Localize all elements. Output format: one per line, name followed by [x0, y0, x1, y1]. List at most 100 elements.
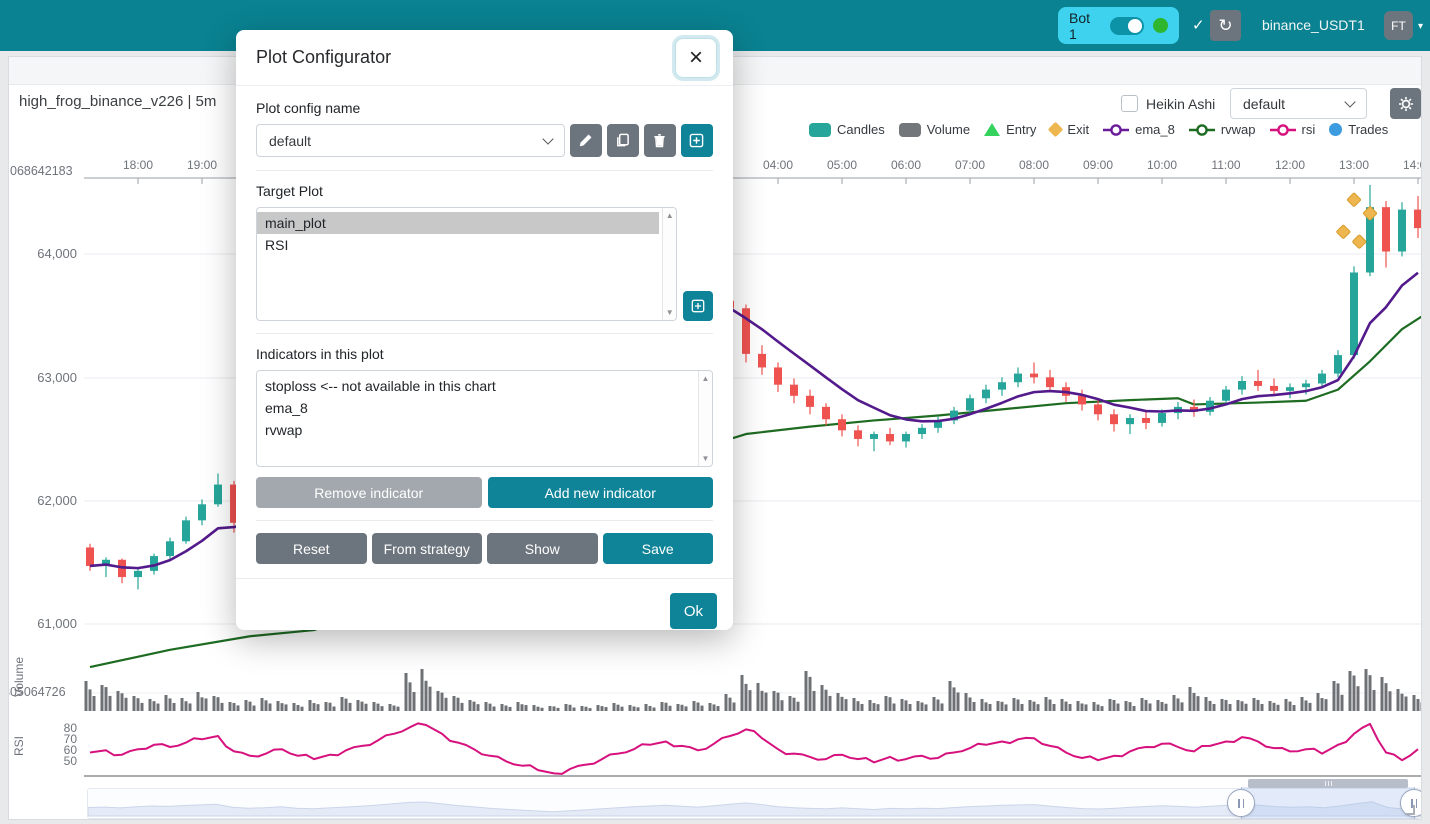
indicator-option[interactable]: ema_8	[257, 397, 712, 419]
edit-config-button[interactable]	[570, 124, 602, 157]
rvwap-marker-icon	[1189, 123, 1215, 137]
reset-button[interactable]: Reset	[256, 533, 367, 564]
heikin-ashi-checkbox[interactable]	[1121, 95, 1138, 112]
ema_8-marker-icon	[1103, 123, 1129, 137]
plot-config-select[interactable]: default	[1230, 88, 1367, 119]
duplicate-config-button[interactable]	[607, 124, 639, 157]
svg-text:RSI: RSI	[12, 736, 26, 756]
legend-label: Trades	[1348, 122, 1388, 137]
svg-text:10:00: 10:00	[1147, 158, 1177, 172]
datazoom-minimap	[88, 789, 1420, 818]
from-strategy-button[interactable]: From strategy	[372, 533, 483, 564]
legend-label: Candles	[837, 122, 885, 137]
chevron-down-icon	[1344, 96, 1355, 107]
legend-label: Entry	[1006, 122, 1036, 137]
resize-grip[interactable]	[1405, 805, 1415, 815]
copy-icon	[615, 133, 630, 148]
svg-text:64,000: 64,000	[37, 246, 77, 261]
config-name-select[interactable]: default	[256, 124, 565, 157]
svg-text:Volume: Volume	[12, 657, 26, 697]
scroll-down-icon[interactable]: ▼	[702, 454, 710, 463]
legend-item-rsi[interactable]: rsi	[1270, 122, 1316, 137]
indicators-label: Indicators in this plot	[256, 346, 713, 362]
save-button[interactable]: Save	[603, 533, 714, 564]
toggle-knob	[1128, 19, 1142, 33]
svg-text:61,000: 61,000	[37, 616, 77, 631]
svg-text:19:00: 19:00	[187, 158, 217, 172]
entry-marker-icon	[984, 123, 1000, 136]
add-config-button[interactable]	[681, 124, 713, 157]
scroll-up-icon[interactable]: ▲	[702, 374, 710, 383]
config-name-label: Plot config name	[256, 100, 713, 116]
bot-selector[interactable]: Bot 1	[1058, 7, 1179, 44]
target-plot-listbox[interactable]: main_plotRSI ▲▼	[256, 207, 677, 321]
target-plot-label: Target Plot	[256, 183, 713, 199]
avatar[interactable]: FT	[1384, 11, 1413, 40]
legend-item-volume[interactable]: Volume	[899, 122, 970, 137]
svg-text:50: 50	[64, 754, 78, 768]
remove-indicator-button[interactable]: Remove indicator	[256, 477, 482, 508]
svg-text:09:00: 09:00	[1083, 158, 1113, 172]
close-icon: ×	[689, 44, 703, 71]
svg-text:05:00: 05:00	[827, 158, 857, 172]
scrollbar[interactable]: ▲▼	[698, 371, 712, 466]
delete-config-button[interactable]	[644, 124, 676, 157]
legend-item-trades[interactable]: Trades	[1329, 122, 1388, 137]
close-button[interactable]: ×	[675, 38, 717, 78]
legend-item-ema_8[interactable]: ema_8	[1103, 122, 1175, 137]
plot-config-select-value: default	[1243, 96, 1285, 112]
chevron-down-icon	[542, 133, 553, 144]
datazoom-selected-window[interactable]	[1241, 787, 1415, 820]
ok-button[interactable]: Ok	[670, 593, 717, 629]
avatar-initials: FT	[1391, 19, 1406, 33]
legend-item-candles[interactable]: Candles	[809, 122, 885, 137]
account-name: binance_USDT1	[1262, 0, 1365, 51]
plus-square-icon	[689, 133, 704, 148]
add-subplot-button[interactable]	[683, 291, 713, 321]
modal-title: Plot Configurator	[256, 47, 391, 68]
plot-settings-button[interactable]	[1390, 88, 1421, 119]
legend-label: rvwap	[1221, 122, 1256, 137]
datazoom-slider[interactable]	[87, 788, 1421, 819]
plus-square-icon	[691, 299, 705, 313]
bot-toggle[interactable]	[1110, 17, 1144, 35]
exit-marker-icon	[1048, 122, 1064, 138]
svg-text:12:00: 12:00	[1275, 158, 1305, 172]
volume-marker-icon	[899, 123, 921, 137]
legend-label: ema_8	[1135, 122, 1175, 137]
indicators-listbox[interactable]: stoploss <-- not available in this chart…	[256, 370, 713, 467]
legend-item-rvwap[interactable]: rvwap	[1189, 122, 1256, 137]
svg-text:08:00: 08:00	[1019, 158, 1049, 172]
legend-label: Exit	[1067, 122, 1089, 137]
indicator-option[interactable]: stoploss <-- not available in this chart	[257, 375, 712, 397]
legend-item-entry[interactable]: Entry	[984, 122, 1036, 137]
legend-item-exit[interactable]: Exit	[1050, 122, 1089, 137]
svg-text:63,000: 63,000	[37, 370, 77, 385]
gear-icon	[1398, 96, 1414, 112]
scroll-up-icon[interactable]: ▲	[666, 211, 674, 220]
show-button[interactable]: Show	[487, 533, 598, 564]
svg-text:14:00: 14:00	[1403, 158, 1421, 172]
svg-text:06:00: 06:00	[891, 158, 921, 172]
modal-header: Plot Configurator ×	[236, 30, 733, 86]
datazoom-move-grip[interactable]	[1248, 779, 1408, 788]
svg-text:07:00: 07:00	[955, 158, 985, 172]
refresh-button[interactable]: ↻	[1210, 10, 1241, 41]
bot-online-dot	[1153, 18, 1168, 33]
svg-text:62,000: 62,000	[37, 493, 77, 508]
svg-text:04:00: 04:00	[763, 158, 793, 172]
target-plot-option[interactable]: main_plot	[257, 212, 659, 234]
add-new-indicator-button[interactable]: Add new indicator	[488, 477, 714, 508]
indicator-option[interactable]: rvwap	[257, 419, 712, 441]
target-plot-option[interactable]: RSI	[257, 234, 676, 256]
svg-text:13:00: 13:00	[1339, 158, 1369, 172]
rsi-marker-icon	[1270, 123, 1296, 137]
scroll-down-icon[interactable]: ▼	[666, 308, 674, 317]
chart-title: high_frog_binance_v226 | 5m	[19, 93, 216, 110]
pencil-icon	[578, 133, 593, 148]
check-icon: ✓	[1192, 16, 1205, 34]
legend-label: rsi	[1302, 122, 1316, 137]
datazoom-left-handle[interactable]	[1227, 789, 1255, 817]
svg-text:068642183: 068642183	[10, 164, 73, 178]
scrollbar[interactable]: ▲▼	[662, 208, 676, 320]
